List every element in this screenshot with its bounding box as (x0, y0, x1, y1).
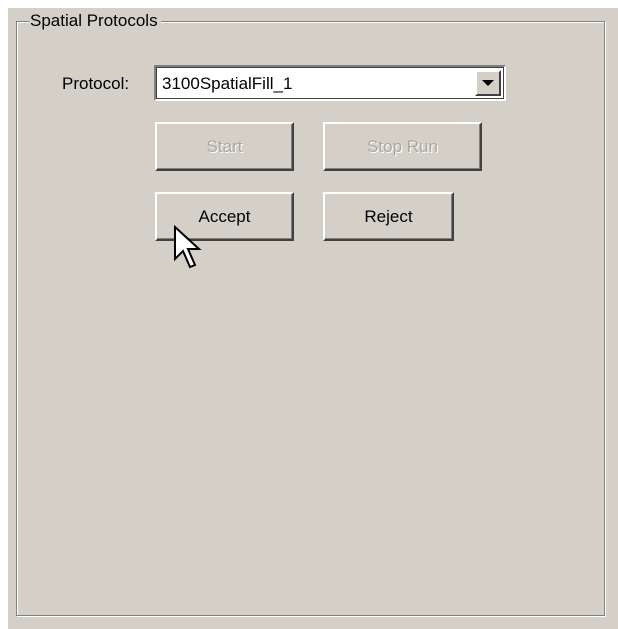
stop-run-button[interactable]: Stop Run (323, 122, 482, 171)
groupbox-title: Spatial Protocols (29, 11, 161, 31)
protocol-select[interactable]: 3100SpatialFill_1 (154, 65, 506, 101)
chevron-down-icon (482, 80, 494, 86)
protocol-dropdown-button[interactable] (475, 70, 501, 96)
protocol-select-value: 3100SpatialFill_1 (162, 74, 293, 93)
mouse-pointer-icon (174, 225, 202, 269)
protocol-label: Protocol: (62, 74, 130, 93)
spatial-protocols-groupbox (16, 21, 605, 616)
reject-button[interactable]: Reject (323, 192, 454, 241)
start-button[interactable]: Start (155, 122, 294, 171)
